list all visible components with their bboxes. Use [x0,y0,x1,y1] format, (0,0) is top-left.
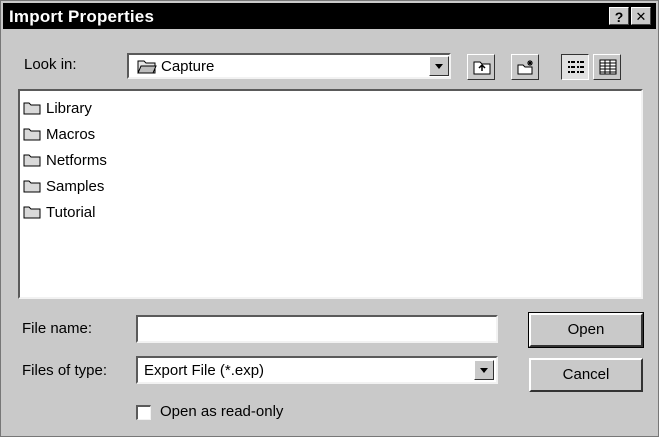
folder-icon [23,128,41,141]
look-in-dropdown-button[interactable] [429,56,449,76]
file-name-field[interactable] [136,315,498,343]
list-view-icon [568,61,584,73]
file-name-label: File name: [22,320,93,337]
dialog-title: Import Properties [9,7,155,26]
open-button[interactable]: Open [528,312,644,348]
look-in-label-text: Look in: [24,56,77,73]
list-view-button[interactable] [561,54,589,80]
new-folder-icon [517,60,533,75]
help-button[interactable]: ? [609,7,629,25]
list-item-label: Netforms [46,151,107,169]
folder-icon [23,180,41,193]
title-bar[interactable]: Import Properties ? ✕ [3,3,656,29]
files-of-type-value: Export File (*.exp) [144,362,265,379]
open-folder-icon [137,58,157,79]
create-new-folder-button[interactable] [511,54,539,80]
list-item-label: Tutorial [46,203,96,221]
folder-icon [23,154,41,167]
details-view-icon [599,59,617,75]
read-only-checkbox[interactable] [136,405,151,420]
file-list[interactable]: Library Macros Netforms Samples Tutorial [18,89,643,299]
cancel-button[interactable]: Cancel [529,358,643,392]
look-in-value: Capture [161,58,215,75]
import-properties-dialog: Import Properties ? ✕ Look in: Capture L… [0,0,659,437]
close-button[interactable]: ✕ [631,7,651,25]
up-one-level-button[interactable] [467,54,495,80]
details-view-button[interactable] [593,54,621,80]
read-only-label[interactable]: Open as read-only [160,403,283,420]
files-of-type-label: Files of type: [22,362,108,379]
files-of-type-combo[interactable]: Export File (*.exp) [136,356,498,384]
list-item-library[interactable]: Library [23,97,92,119]
list-item-macros[interactable]: Macros [23,123,95,145]
list-item-samples[interactable]: Samples [23,175,104,197]
list-item-label: Library [46,99,92,117]
list-item-netforms[interactable]: Netforms [23,149,107,171]
folder-icon [23,102,41,115]
look-in-label: Look in: [24,56,77,73]
list-item-label: Samples [46,177,105,195]
list-item-label: Macros [46,125,96,143]
files-of-type-dropdown-button[interactable] [474,360,494,380]
folder-icon [23,206,41,219]
look-in-combo[interactable]: Capture [127,53,451,79]
list-item-tutorial[interactable]: Tutorial [23,201,95,223]
up-folder-icon [473,61,491,75]
